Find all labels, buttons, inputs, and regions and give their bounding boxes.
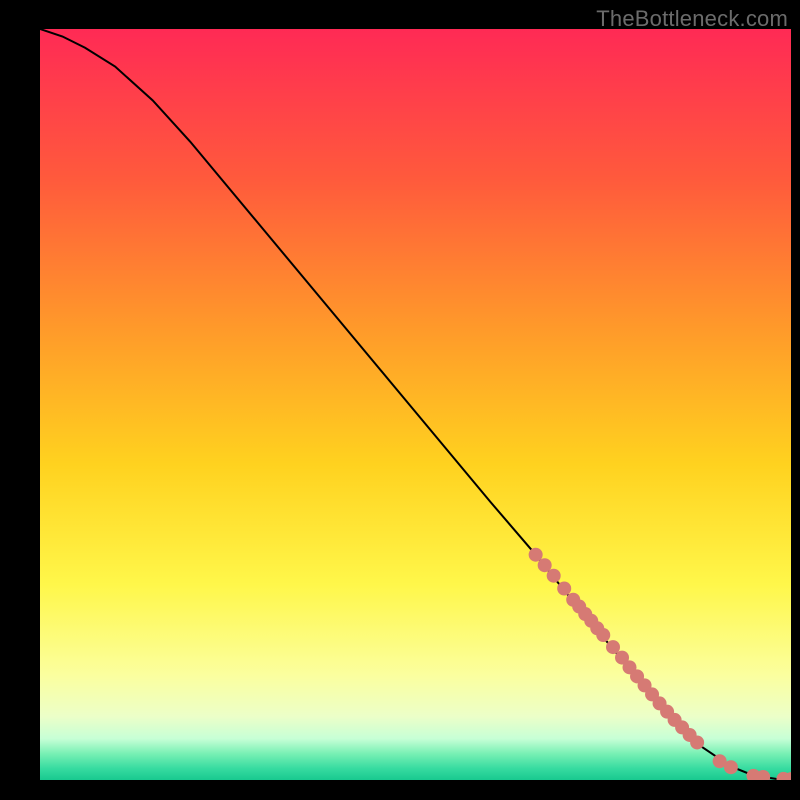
chart-frame: [40, 29, 791, 780]
series-dense-dots-point: [690, 735, 704, 749]
series-dense-dots-point: [596, 628, 610, 642]
chart-background-gradient: [40, 29, 791, 780]
watermark-text: TheBottleneck.com: [596, 6, 788, 32]
chart-plot: [40, 29, 791, 780]
series-tail-dots-point: [724, 760, 738, 774]
series-dense-dots-point: [547, 569, 561, 583]
series-dense-dots-point: [557, 582, 571, 596]
